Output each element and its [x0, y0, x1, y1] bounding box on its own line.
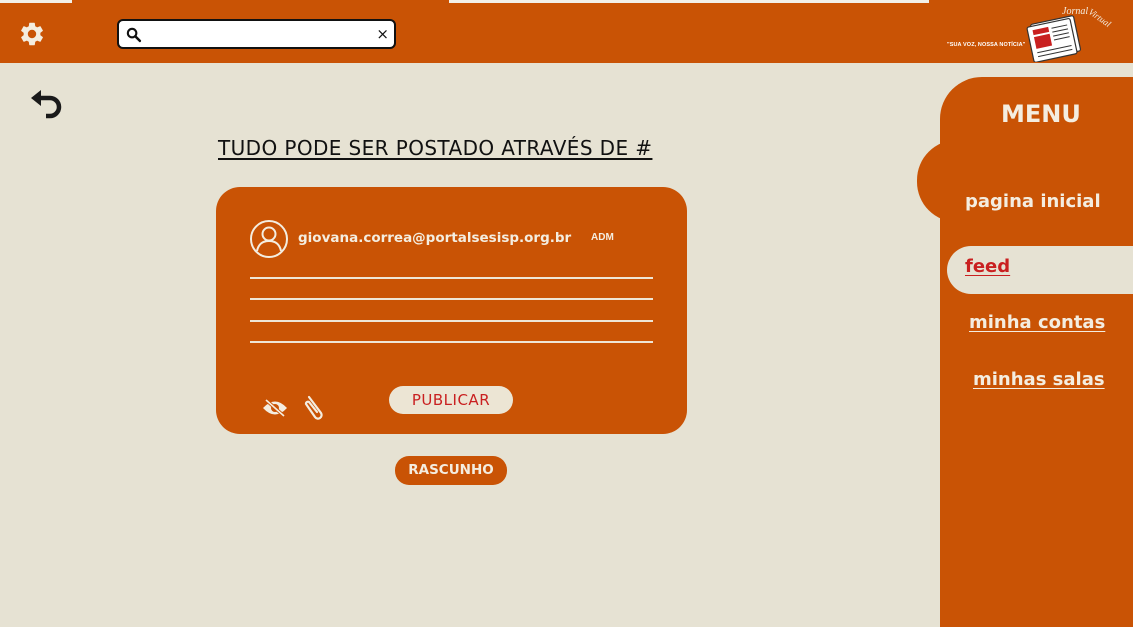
sidebar-item-minha-contas[interactable]: minha contas — [969, 312, 1105, 333]
text-input-line[interactable] — [250, 320, 653, 322]
svg-text:Jornal: Jornal — [1062, 6, 1088, 17]
publish-button[interactable]: PUBLICAR — [389, 386, 513, 414]
close-icon[interactable]: × — [376, 24, 389, 44]
top-strip — [0, 0, 72, 3]
user-icon — [250, 220, 288, 258]
top-bar: × Jornal Virtual "SUA VOZ, NOSSA NOTÍCIA… — [0, 0, 1133, 63]
sidebar-item-label: feed — [965, 256, 1011, 277]
svg-text:Virtual: Virtual — [1087, 7, 1113, 30]
search-input[interactable] — [147, 24, 377, 44]
text-input-line[interactable] — [250, 298, 653, 300]
sidebar-menu — [940, 77, 1133, 627]
newspaper-logo-icon: Jornal Virtual — [1026, 6, 1113, 63]
search-box: × — [117, 19, 396, 49]
gear-icon[interactable] — [18, 20, 46, 48]
role-badge: ADM — [591, 232, 614, 243]
sidebar-item-feed[interactable]: feed — [947, 246, 1133, 294]
paperclip-icon[interactable] — [301, 393, 327, 421]
sidebar-item-pagina-inicial[interactable]: pagina inicial — [965, 191, 1101, 212]
post-composer-card: giovana.correa@portalsesisp.org.br ADM P… — [216, 187, 687, 434]
back-arrow-icon[interactable] — [28, 88, 64, 124]
page-title: TUDO PODE SER POSTADO ATRAVÉS DE # — [218, 136, 653, 160]
sidebar-item-minhas-salas[interactable]: minhas salas — [973, 369, 1105, 390]
menu-title: MENU — [1001, 100, 1081, 128]
text-input-line[interactable] — [250, 341, 653, 343]
draft-button[interactable]: RASCUNHO — [395, 456, 507, 485]
app: × Jornal Virtual "SUA VOZ, NOSSA NOTÍCIA… — [0, 0, 1133, 627]
user-email: giovana.correa@portalsesisp.org.br — [298, 230, 572, 246]
text-input-line[interactable] — [250, 277, 653, 279]
logo-slogan: "SUA VOZ, NOSSA NOTÍCIA" — [947, 42, 1026, 48]
search-icon[interactable] — [125, 26, 142, 43]
logo: Jornal Virtual "SUA VOZ, NOSSA NOTÍCIA" — [944, 2, 1114, 63]
top-strip — [449, 0, 929, 3]
eye-off-icon[interactable] — [261, 398, 289, 418]
